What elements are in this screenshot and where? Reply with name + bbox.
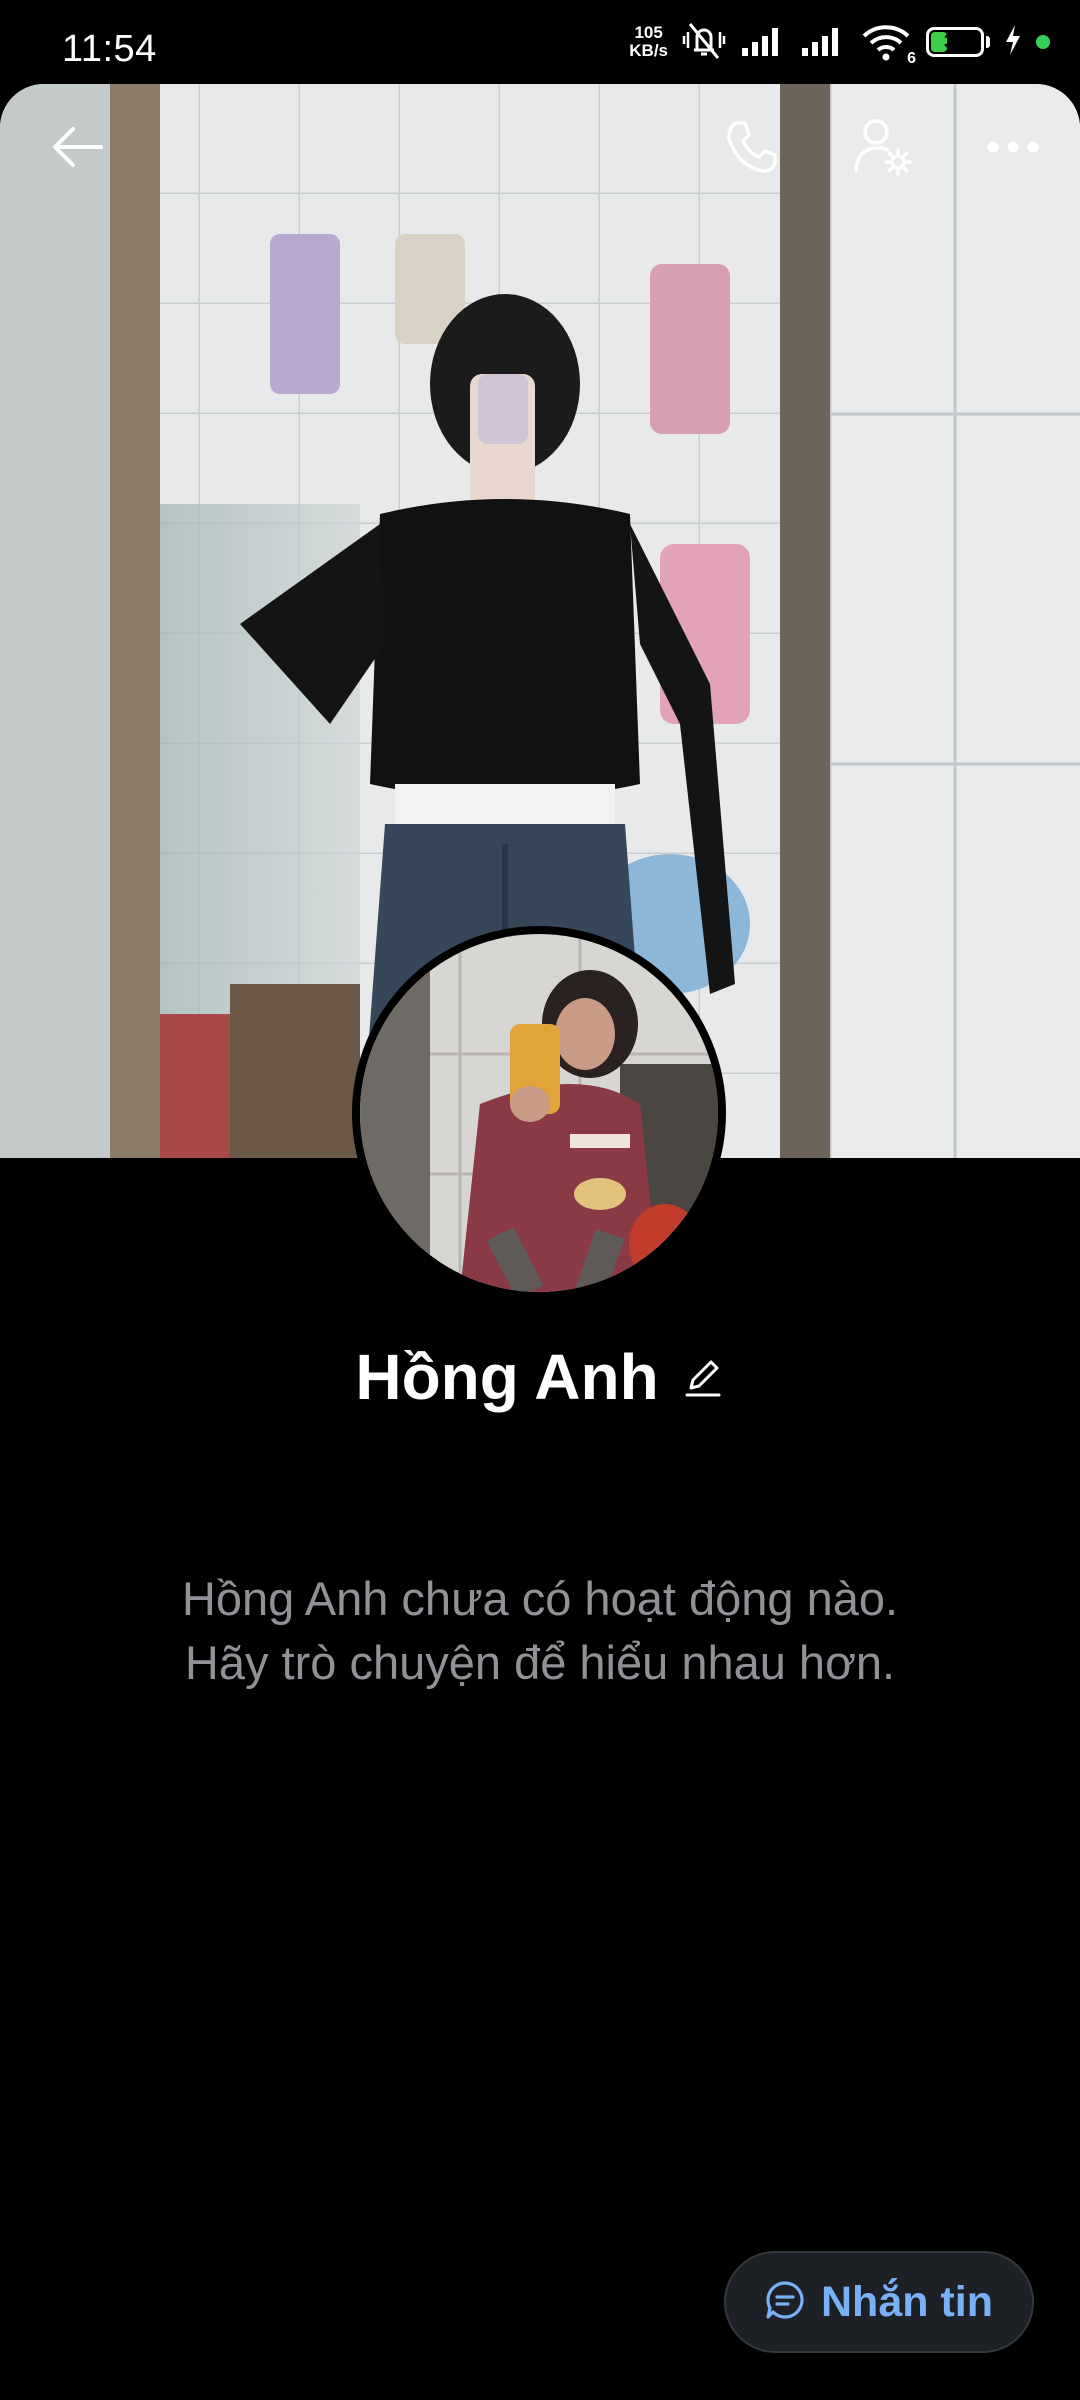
network-speed-value: 105	[634, 23, 663, 42]
status-icons: 105 KB/s 6 38	[629, 20, 1050, 67]
arrow-left-icon	[51, 125, 103, 174]
profile-name-row: Hồng Anh	[0, 1340, 1080, 1414]
message-button[interactable]: Nhắn tin	[724, 2251, 1034, 2353]
avatar-image	[360, 934, 718, 1292]
status-time: 11:54	[62, 28, 157, 70]
mute-vibrate-icon	[682, 20, 726, 65]
back-button[interactable]	[32, 104, 122, 194]
empty-message-line-2: Hãy trò chuyện để hiểu nhau hơn.	[184, 1636, 896, 1689]
battery-icon: 38	[926, 27, 984, 57]
signal-1-icon	[740, 22, 786, 63]
network-speed-unit: KB/s	[629, 41, 668, 60]
battery-indicator: 38	[926, 27, 990, 57]
signal-2-icon	[800, 22, 846, 63]
chat-bubble-icon	[765, 2280, 805, 2325]
pencil-icon	[683, 1358, 723, 1403]
edit-name-button[interactable]	[681, 1358, 725, 1402]
message-button-label: Nhắn tin	[821, 2277, 993, 2326]
wifi-icon: 6	[860, 22, 916, 67]
top-bar	[0, 84, 1080, 214]
profile-name: Hồng Anh	[355, 1341, 659, 1413]
call-button[interactable]	[706, 104, 796, 194]
status-bar: 11:54 105 KB/s 6 38	[0, 0, 1080, 84]
battery-tip	[986, 36, 990, 48]
phone-icon	[723, 119, 779, 180]
wifi-label: 6	[907, 50, 916, 67]
avatar[interactable]	[352, 926, 726, 1300]
user-settings-icon	[852, 116, 914, 183]
profile-settings-button[interactable]	[838, 104, 928, 194]
more-horizontal-icon	[986, 140, 1040, 159]
network-speed: 105 KB/s	[629, 24, 668, 60]
battery-level: 38	[943, 30, 967, 53]
empty-activity-message: Hồng Anh chưa có hoạt động nào. Hãy trò …	[0, 1567, 1080, 1695]
privacy-dot	[1036, 35, 1050, 49]
bolt-icon	[1004, 24, 1022, 60]
more-options-button[interactable]	[968, 104, 1058, 194]
empty-message-line-1: Hồng Anh chưa có hoạt động nào.	[181, 1572, 899, 1625]
